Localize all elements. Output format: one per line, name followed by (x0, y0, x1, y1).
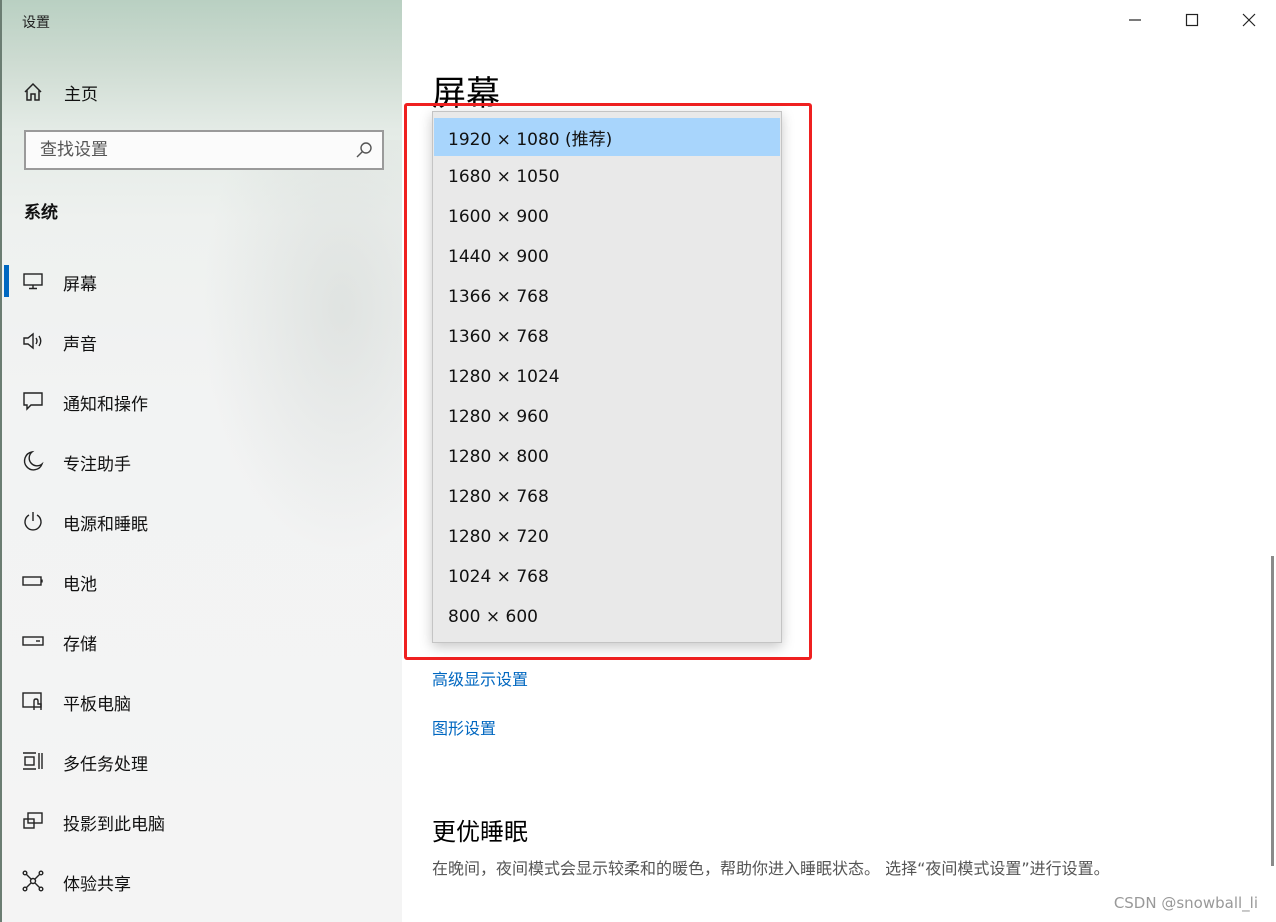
resolution-option-selected[interactable]: 1920 × 1080 (推荐) (434, 118, 780, 156)
resolution-option[interactable]: 1440 × 900 (434, 238, 780, 276)
window-title: 设置 (22, 15, 50, 31)
resolution-option[interactable]: 1280 × 960 (434, 398, 780, 436)
maximize-icon (1185, 13, 1199, 27)
sidebar-item-label: 平板电脑 (63, 695, 131, 715)
resolution-option[interactable]: 1680 × 1050 (434, 158, 780, 196)
sidebar-item-shared-experiences[interactable]: 体验共享 (4, 861, 402, 901)
advanced-display-settings-link[interactable]: 高级显示设置 (432, 666, 528, 690)
resolution-option[interactable]: 1280 × 720 (434, 518, 780, 556)
share-icon (22, 870, 44, 892)
project-icon (23, 812, 43, 829)
sidebar-item-sound[interactable]: 声音 (4, 321, 402, 361)
maximize-button[interactable] (1169, 4, 1215, 36)
sidebar-item-label: 多任务处理 (63, 755, 148, 775)
search-box[interactable] (24, 130, 384, 170)
home-label: 主页 (64, 84, 98, 105)
sidebar-item-label: 屏幕 (63, 275, 97, 295)
graphics-settings-link[interactable]: 图形设置 (432, 715, 496, 739)
notification-icon (23, 392, 43, 411)
speaker-icon (23, 332, 42, 350)
minimize-icon (1129, 19, 1141, 21)
resolution-dropdown-list[interactable]: 1920 × 1080 (推荐) 1680 × 1050 1600 × 900 … (432, 111, 782, 643)
sidebar-item-label: 投影到此电脑 (63, 815, 165, 835)
sidebar-item-focus-assist[interactable]: 专注助手 (4, 441, 402, 481)
sidebar-item-power-sleep[interactable]: 电源和睡眠 (4, 501, 402, 541)
sidebar-item-label: 专注助手 (63, 455, 131, 475)
sidebar-item-label: 通知和操作 (63, 395, 148, 415)
sleep-section-description: 在晚间，夜间模式会显示较柔和的暖色，帮助你进入睡眠状态。 选择“夜间模式设置”进… (432, 859, 1110, 878)
sidebar-item-label: 声音 (63, 335, 97, 355)
resolution-option[interactable]: 1024 × 768 (434, 558, 780, 596)
sidebar-item-multitasking[interactable]: 多任务处理 (4, 741, 402, 781)
sidebar-item-project[interactable]: 投影到此电脑 (4, 801, 402, 841)
watermark: CSDN @snowball_li (1113, 894, 1258, 912)
storage-icon (22, 636, 44, 646)
sidebar-item-notifications[interactable]: 通知和操作 (4, 381, 402, 421)
resolution-option[interactable]: 1360 × 768 (434, 318, 780, 356)
resolution-option[interactable]: 800 × 600 (434, 598, 780, 636)
sleep-section-heading: 更优睡眠 (432, 818, 528, 846)
multitask-icon (23, 752, 43, 770)
home-icon (24, 82, 42, 101)
sidebar-item-label: 存储 (63, 635, 97, 655)
search-input[interactable] (40, 140, 340, 160)
sidebar-item-label: 电源和睡眠 (63, 515, 148, 535)
sidebar: 设置 主页 系统 屏幕 声音 通知和操作 专注助手 (0, 0, 402, 922)
close-button[interactable] (1226, 4, 1272, 36)
power-icon (24, 512, 42, 531)
moon-icon (23, 450, 44, 471)
resolution-option[interactable]: 1280 × 800 (434, 438, 780, 476)
sidebar-item-label: 电池 (63, 575, 97, 595)
scrollbar[interactable] (1271, 556, 1274, 866)
tablet-icon (22, 692, 42, 710)
resolution-option[interactable]: 1280 × 768 (434, 478, 780, 516)
resolution-option[interactable]: 1600 × 900 (434, 198, 780, 236)
sidebar-item-battery[interactable]: 电池 (4, 561, 402, 601)
battery-icon (22, 576, 43, 586)
minimize-button[interactable] (1112, 4, 1158, 36)
resolution-option[interactable]: 1280 × 1024 (434, 358, 780, 396)
sidebar-item-label: 体验共享 (63, 875, 131, 895)
resolution-option[interactable]: 1366 × 768 (434, 278, 780, 316)
monitor-icon (23, 273, 43, 290)
sidebar-item-display[interactable]: 屏幕 (4, 261, 402, 301)
search-icon (356, 142, 372, 158)
home-nav-item[interactable]: 主页 (22, 79, 98, 105)
sidebar-item-tablet[interactable]: 平板电脑 (4, 681, 402, 721)
close-icon (1242, 13, 1256, 27)
section-heading: 系统 (24, 203, 58, 223)
sidebar-item-storage[interactable]: 存储 (4, 621, 402, 661)
